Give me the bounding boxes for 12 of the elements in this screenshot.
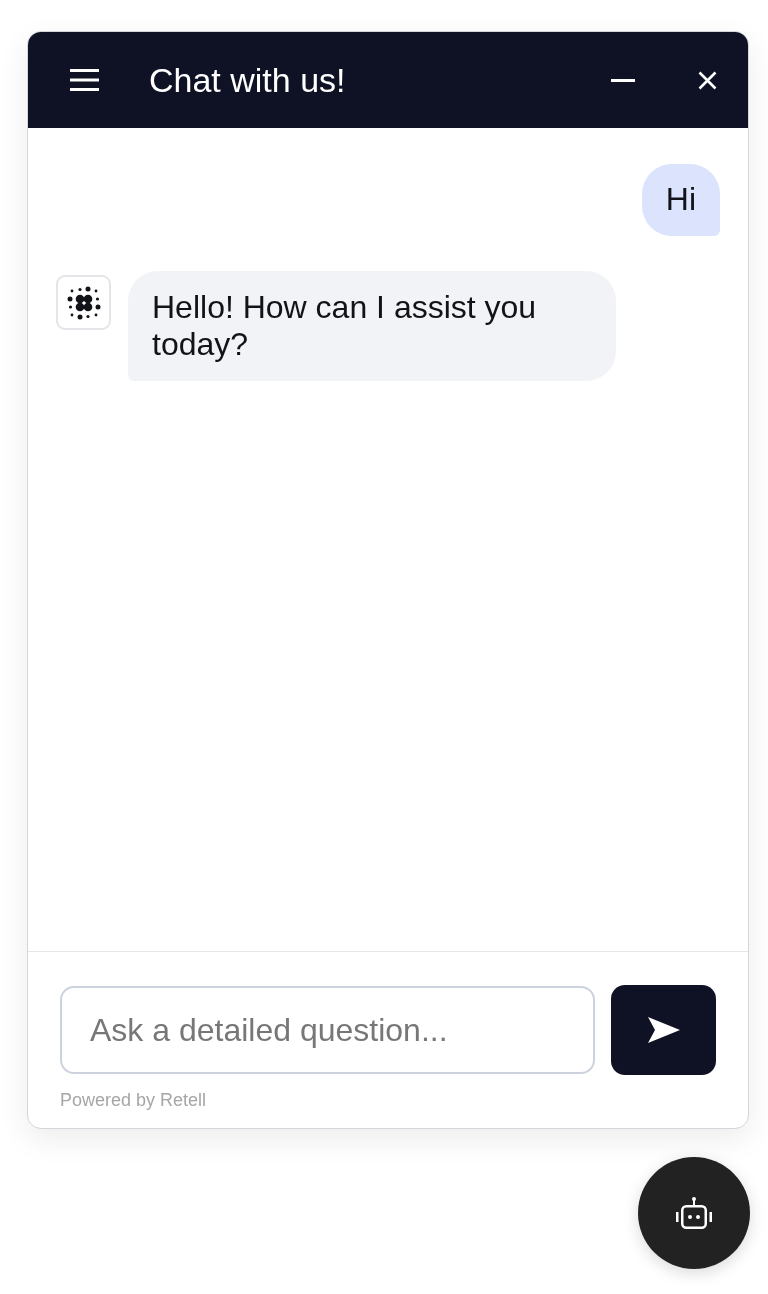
send-arrow-icon: [647, 1017, 680, 1043]
bot-message: Hello! How can I assist you today?: [128, 271, 616, 381]
send-button[interactable]: [611, 985, 716, 1075]
message-input[interactable]: Ask a detailed question...: [60, 986, 595, 1074]
menu-icon: [70, 69, 99, 91]
minimize-icon: [611, 78, 635, 82]
chat-title: Chat with us!: [149, 60, 347, 100]
powered-by-text: Powered by Retell: [60, 1090, 207, 1111]
robot-icon: [676, 1197, 712, 1229]
close-icon: [698, 70, 717, 90]
user-message: Hi: [641, 164, 720, 236]
dotted-logo-icon: [56, 275, 111, 330]
